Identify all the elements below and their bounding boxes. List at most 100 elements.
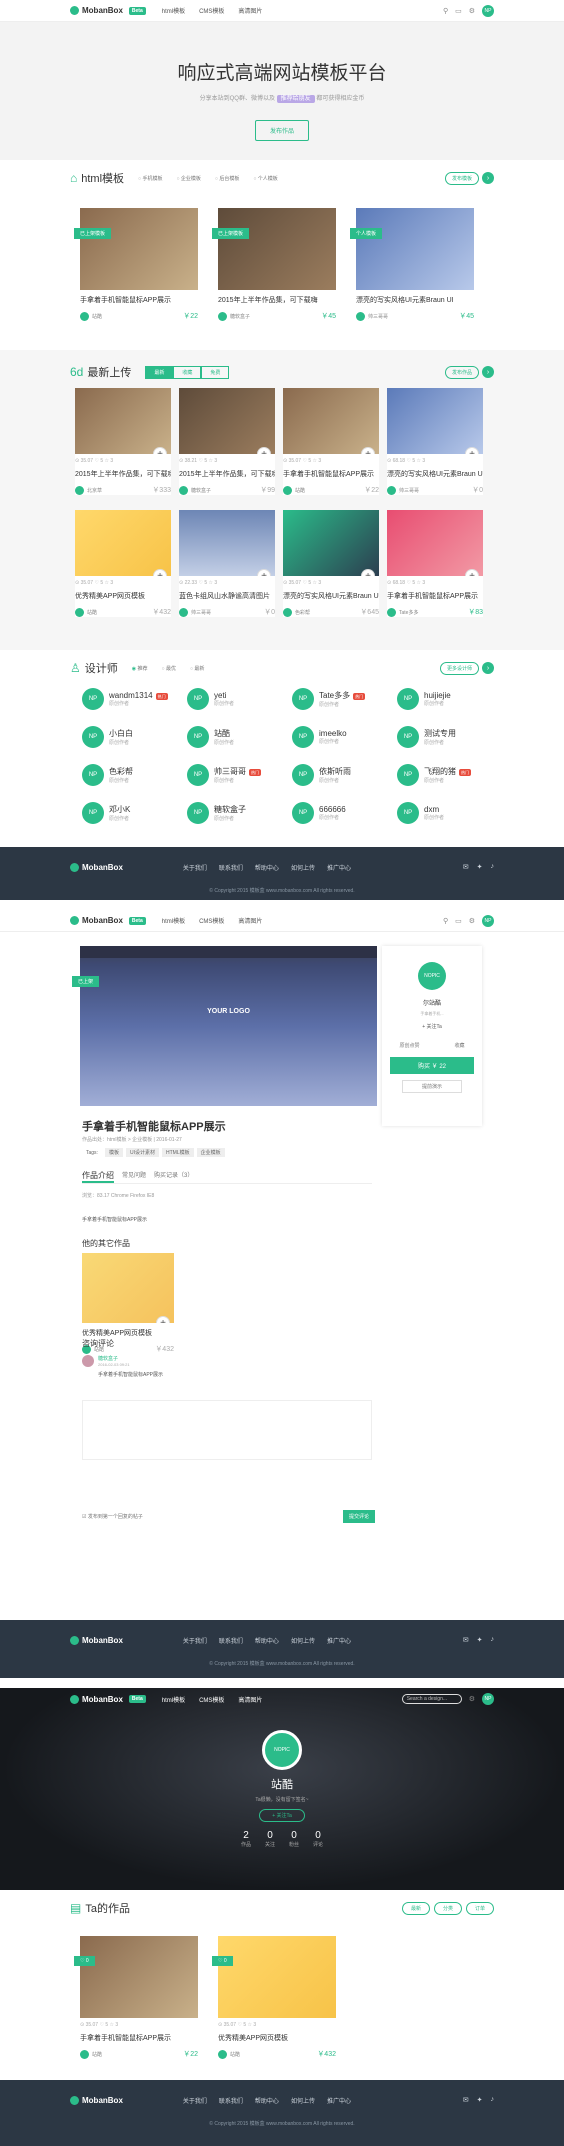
bell-icon[interactable]: ♪ <box>491 863 495 871</box>
card-title[interactable]: 手拿着手机智能鼠标APP展示 <box>283 469 379 479</box>
card-title[interactable]: 手拿着手机智能鼠标APP展示 <box>387 591 483 601</box>
demo-button[interactable]: 提前演示 <box>402 1080 462 1093</box>
arrow-right-icon[interactable]: › <box>482 662 494 674</box>
card-title[interactable]: 漂亮的写实风格UI元素Braun UI <box>356 295 474 305</box>
settings-icon[interactable]: ⚙ <box>469 1695 475 1703</box>
template-card[interactable]: 漂亮的写实风格UI元素Braun UI 帅三哥哥 ￥45 <box>356 208 474 321</box>
template-card[interactable]: + ⊙ 35.07 ♡ 5 ☆ 3 漂亮的写实风格UI元素Braun UI 色彩帮 ￥6… <box>283 510 379 617</box>
template-card[interactable]: + ⊙ 38.21 ♡ 5 ☆ 3 2015年上半年作品集，可下载嗨 糖软盒子 ￥99 <box>179 388 275 495</box>
tab-favorite[interactable]: 收藏 <box>173 365 202 379</box>
publish-work-button[interactable]: 发布作品 <box>254 120 309 141</box>
card-author[interactable]: 站酷 <box>92 313 102 320</box>
card-title[interactable]: 手拿着手机智能鼠标APP展示 <box>80 295 198 305</box>
card-author[interactable]: 帅三哥哥 <box>191 609 211 616</box>
arrow-right-icon[interactable]: › <box>482 172 494 184</box>
card-title[interactable]: 2015年上半年作品集，可下载嗨 <box>75 469 171 479</box>
user-avatar[interactable]: NP <box>482 4 494 17</box>
template-card[interactable]: ⊙ 35.07 ♡ 5 ☆ 3 优秀精美APP网页模板 站酷 ￥432 <box>218 1936 336 2059</box>
template-card[interactable]: + ⊙ 35.07 ♡ 5 ☆ 3 优秀精美APP网页模板 站酷 ￥432 <box>75 510 171 617</box>
designer-item[interactable]: NP 依斯听雨 原创作者 <box>292 764 351 786</box>
weibo-icon[interactable]: ✦ <box>477 863 483 871</box>
card-author[interactable]: Tate多多 <box>399 609 418 616</box>
bell-icon[interactable]: ♪ <box>491 2096 495 2104</box>
card-title[interactable]: 优秀精美APP网页模板 <box>218 2033 336 2043</box>
more-designers-button[interactable]: 更多设计师 <box>439 661 479 675</box>
wechat-icon[interactable]: ✉ <box>463 1636 469 1644</box>
card-author[interactable]: 站酷 <box>92 2051 102 2058</box>
card-author[interactable]: 帅三哥哥 <box>399 487 419 494</box>
designer-item[interactable]: NP 小白白 原创作者 <box>82 726 133 748</box>
tab-records[interactable]: 购买记录（3） <box>154 1170 193 1183</box>
template-card[interactable]: + ⊙ 22.33 ♡ 5 ☆ 3 蓝色卡组风山水静谧高清图片 帅三哥哥 ￥0 <box>179 510 275 617</box>
avatar[interactable]: NOPIC <box>418 962 446 990</box>
follow-button[interactable]: + 关注Ta <box>382 1023 482 1030</box>
filter-newest[interactable]: 最新 <box>190 665 204 672</box>
footer-link-help[interactable]: 帮助中心 <box>255 863 279 872</box>
plus-icon[interactable]: + <box>257 569 271 576</box>
nav-item-images[interactable]: 高清图片 <box>238 6 262 15</box>
card-author[interactable]: 糖软盒子 <box>230 313 250 320</box>
brand-logo[interactable]: MobanBox Beta <box>70 6 146 15</box>
card-title[interactable]: 漂亮的写实风格UI元素Braun UI <box>283 591 379 601</box>
upload-icon[interactable]: ▭ <box>455 917 462 925</box>
filter-personal[interactable]: 个人模板 <box>253 175 278 182</box>
user-avatar[interactable]: NP <box>482 914 494 927</box>
filter-latest[interactable]: 最新 <box>401 1901 430 1915</box>
bell-icon[interactable]: ♪ <box>491 1636 495 1644</box>
template-card[interactable]: 2015年上半年作品集，可下载嗨 糖软盒子 ￥45 <box>218 208 336 321</box>
buy-button[interactable]: 购买 ￥ 22 <box>390 1057 474 1074</box>
designer-item[interactable]: NP 站酷 原创作者 <box>187 726 234 748</box>
plus-icon[interactable]: + <box>257 447 271 454</box>
agree-checkbox[interactable]: ☑ 发布到第一个回复的帖子 <box>82 1513 143 1520</box>
nav-item-cms[interactable]: CMS模板 <box>199 6 224 15</box>
filter-admin[interactable]: 后台模板 <box>215 175 239 182</box>
designer-item[interactable]: NP 色彩帮 原创作者 <box>82 764 133 786</box>
template-card[interactable]: + ⊙ 35.07 ♡ 5 ☆ 3 2015年上半年作品集，可下载嗨 北京草 ￥333 <box>75 388 171 495</box>
card-title[interactable]: 蓝色卡组风山水静谧高清图片 <box>179 591 275 601</box>
recommend-pill[interactable]: 推荐给朋友 <box>276 95 315 103</box>
tab-faq[interactable]: 常见问题 <box>122 1170 146 1183</box>
designer-item[interactable]: NP 帅三哥哥 热门 原创作者 <box>187 764 261 786</box>
search-icon[interactable]: ⚲ <box>443 7 448 15</box>
designer-item[interactable]: NP huijiejie 原创作者 <box>397 688 451 710</box>
card-author[interactable]: 站酷 <box>230 2051 240 2058</box>
filter-recommend[interactable]: 推荐 <box>132 665 148 672</box>
nav-item-html[interactable]: html模板 <box>162 6 185 15</box>
follow-button[interactable]: + 关注Ta <box>259 1809 305 1822</box>
upload-icon[interactable]: ▭ <box>455 7 462 15</box>
filter-mobile[interactable]: 手机模板 <box>138 175 162 182</box>
plus-icon[interactable]: + <box>153 447 167 454</box>
publish-template-button[interactable]: 发布模板 <box>444 171 479 185</box>
footer-link-upload[interactable]: 如何上传 <box>291 863 315 872</box>
plus-icon[interactable]: + <box>361 569 375 576</box>
card-author[interactable]: 站酷 <box>87 609 97 616</box>
footer-link-promo[interactable]: 推广中心 <box>327 863 351 872</box>
template-card[interactable]: ⊙ 35.07 ♡ 5 ☆ 3 手拿着手机智能鼠标APP展示 站酷 ￥22 <box>80 1936 198 2059</box>
designer-item[interactable]: NP 邓小K 原创作者 <box>82 802 130 824</box>
template-card[interactable]: + ⊙ 35.07 ♡ 5 ☆ 3 手拿着手机智能鼠标APP展示 站酷 ￥22 <box>283 388 379 495</box>
designer-item[interactable]: NP yeti 原创作者 <box>187 688 234 710</box>
plus-icon[interactable]: + <box>153 569 167 576</box>
wechat-icon[interactable]: ✉ <box>463 863 469 871</box>
tab-intro[interactable]: 作品介绍 <box>82 1170 114 1183</box>
filter-enterprise[interactable]: 企业模板 <box>176 175 201 182</box>
like-button[interactable]: 原创点赞 <box>399 1042 419 1049</box>
designer-item[interactable]: NP Tate多多 热门 原创作者 <box>292 688 366 710</box>
plus-icon[interactable]: + <box>465 447 479 454</box>
tab-free[interactable]: 免费 <box>201 365 230 379</box>
card-author[interactable]: 糖软盒子 <box>191 487 211 494</box>
weibo-icon[interactable]: ✦ <box>477 2096 483 2104</box>
search-input[interactable]: Search a design... <box>401 1694 462 1704</box>
designer-item[interactable]: NP 测试专用 原创作者 <box>397 726 456 748</box>
template-card[interactable]: + ⊙ 68.18 ♡ 5 ☆ 3 漂亮的写实风格UI元素Braun UI 帅三哥哥 ￥… <box>387 388 483 495</box>
footer-link-about[interactable]: 关于我们 <box>183 863 207 872</box>
plus-icon[interactable]: + <box>156 1316 170 1323</box>
card-author[interactable]: 帅三哥哥 <box>368 313 388 320</box>
card-author[interactable]: 北京草 <box>87 487 102 494</box>
settings-icon[interactable]: ⚙ <box>469 917 475 925</box>
card-title[interactable]: 2015年上半年作品集，可下载嗨 <box>218 295 336 305</box>
collect-button[interactable]: 收藏 <box>454 1042 464 1049</box>
filter-best[interactable]: 最优 <box>162 665 176 672</box>
comment-input[interactable] <box>82 1400 372 1460</box>
arrow-right-icon[interactable]: › <box>482 366 494 378</box>
